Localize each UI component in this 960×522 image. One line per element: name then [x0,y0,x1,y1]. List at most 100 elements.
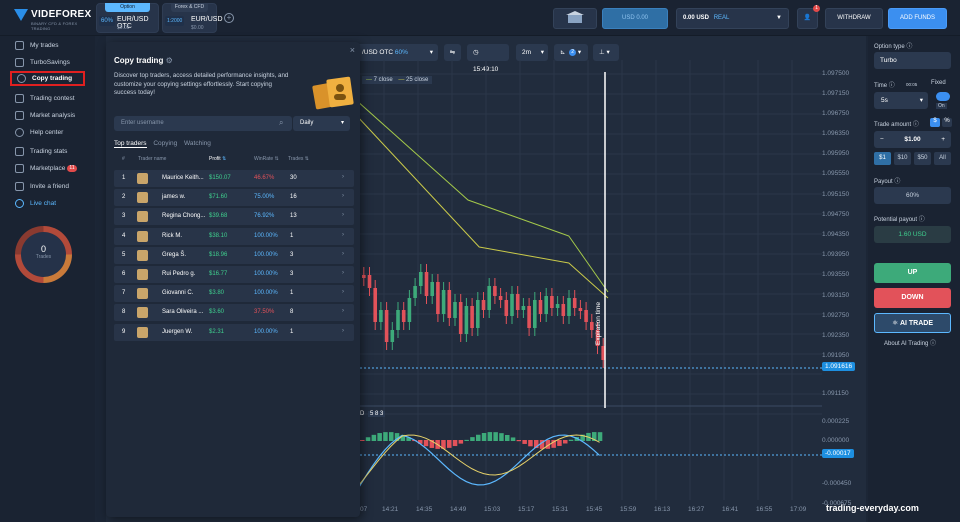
table-row[interactable]: 1 Maurice Keith... $150.07 46.67% 30 › [114,170,354,187]
asset-select[interactable]: /USD OTC 60% ▾ [356,44,438,61]
option-type-select[interactable]: Turbo [874,52,951,69]
header-profit[interactable]: Profit ⇅ [209,156,226,162]
plus-icon[interactable]: + [941,131,945,148]
avatar [137,326,148,338]
table-row[interactable]: 4 Rick M. $38.10 100.00% 1 › [114,227,354,245]
sidebar-item-market-analysis[interactable]: Market analysis [10,108,85,123]
macd-bar [423,440,429,447]
interval-select[interactable]: 2m ▾ [516,44,548,61]
sidebar-item-trading-stats[interactable]: Trading stats [10,144,85,159]
table-row[interactable]: 5 Grega Š. $18.96 100.00% 3 › [114,246,354,264]
x-tick: 07 [360,506,368,513]
close-icon[interactable]: × [350,45,355,55]
trader-profit: $2.31 [209,328,225,335]
candle-body [527,306,531,328]
trader-winrate: 100.00% [254,251,278,258]
tab-copying[interactable]: Copying [153,140,177,147]
header-num: # [122,156,125,162]
minus-icon[interactable]: − [880,131,884,148]
sidebar-item-label: Copy trading [32,75,73,82]
period-select[interactable]: Daily ▾ [293,116,350,131]
amount-input[interactable]: − $1.00 + [874,131,951,148]
notification-badge: 1 [813,5,820,12]
info-icon[interactable]: ⓘ [889,83,895,89]
table-row[interactable]: 8 Sara Oliveira ... $3.60 37.50% 8 › [114,304,354,322]
asset-tab-payout: 60% [99,16,116,26]
tab-top-traders[interactable]: Top traders [114,140,147,148]
candle-body [510,294,514,316]
candle-body [481,300,486,310]
tab-watching[interactable]: Watching [184,140,211,147]
ai-trade-button[interactable]: ⚛ AI TRADE [874,313,951,333]
sidebar-item-turbosavings[interactable]: TurboSavings [10,55,85,70]
asset-tab-forex[interactable]: Forex & CFD 1:2000 EUR/USD $0.00 [162,3,223,33]
preset-10[interactable]: $10 [894,152,911,165]
candle-body [572,298,577,308]
sidebar-item-help-center[interactable]: Help center [10,125,85,140]
withdraw-button[interactable]: WITHDRAW [825,8,883,29]
preset-50[interactable]: $50 [914,152,931,165]
trades-donut[interactable]: 0 Trades [15,226,72,283]
copy-trading-panel: × Copy trading ⚙ Discover top traders, a… [106,42,360,517]
trader-trades: 1 [290,232,294,239]
sidebar-item-marketplace[interactable]: Marketplace 11 [10,161,85,176]
info-icon[interactable]: ⓘ [906,44,912,50]
candle-body [498,296,503,300]
table-row[interactable]: 9 Juergen W. $2.31 100.00% 1 › [114,323,354,341]
trophy-icon [15,94,24,103]
candle-body [424,272,429,296]
panel-title-text: Copy trading [114,56,164,65]
header-trades[interactable]: Trades ⇅ [288,156,309,162]
sidebar-item-trading-contest[interactable]: Trading contest [10,91,85,106]
currency-mode-button[interactable]: $ [930,118,940,127]
sidebar-item-label: Live chat [30,200,57,207]
trade-amount-label: Trade amount ⓘ [874,119,919,128]
trader-trades: 3 [290,251,294,258]
header-winrate[interactable]: WinRate ⇅ [254,156,279,162]
info-icon[interactable]: ⓘ [913,122,919,128]
up-button[interactable]: UP [874,263,951,283]
preset-1[interactable]: $1 [874,152,891,165]
indicators-button[interactable]: ⊾ 2 ▾ [554,44,588,61]
chart-type-button[interactable]: ⇋ [444,44,461,61]
add-asset-icon[interactable]: + [224,13,234,23]
search-icon[interactable]: ⌕ [279,118,283,128]
table-row[interactable]: 2 james w. $71.60 75.00% 16 › [114,189,354,207]
percent-mode-button[interactable]: % [942,118,952,127]
y-tick: 1.095550 [822,170,850,177]
ma25-legend: 25 close [406,77,429,83]
sidebar-item-invite-friend[interactable]: Invite a friend [10,179,85,194]
trader-trades: 3 [290,271,294,277]
sidebar-item-label: Marketplace [30,165,66,172]
about-ai-link[interactable]: About AI Trading ⓘ [884,338,936,347]
fixed-toggle[interactable] [936,92,950,101]
trades-donut-center: 0 Trades [21,232,66,277]
settings-gear-icon[interactable]: ⚙ [166,56,173,65]
trader-name: Rui Pedro g. [162,271,196,277]
table-row[interactable]: 3 Regina Chong... $39.68 76.92% 13 › [114,208,354,226]
asset-tab-option[interactable]: Option 60% EUR/USD OTC $0.00 [96,3,159,33]
tournament-button[interactable] [553,8,597,29]
table-row[interactable]: 6 Rui Pedro g. $16.77 100.00% 3 › [114,266,354,283]
add-funds-button[interactable]: ADD FUNDS [888,8,947,29]
sidebar-item-copy-trading[interactable]: Copy trading [10,71,85,86]
username-search-input[interactable]: Enter username [114,116,292,131]
profile-button[interactable]: 👤 1 [797,5,820,29]
down-button[interactable]: DOWN [874,288,951,308]
sidebar-item-live-chat[interactable]: Live chat [10,196,85,211]
time-select[interactable]: 5s ▾ [874,92,928,109]
drawing-tools-button[interactable]: ⊥ ▾ [593,44,619,61]
avatar [137,288,148,300]
row-rank: 1 [122,175,126,181]
table-row[interactable]: 7 Giovanni C. $3.80 100.00% 1 › [114,285,354,303]
info-icon[interactable]: ⓘ [894,179,900,185]
info-icon[interactable]: ⓘ [919,217,925,223]
x-tick: 16:41 [722,506,739,513]
account-selector[interactable]: 0.00 USD REAL ▼ [676,8,789,29]
macd-tick: 0.000225 [822,418,850,425]
macd-bar [360,440,365,441]
demo-balance-button[interactable]: USD 0.00 [602,8,668,29]
preset-all[interactable]: All [934,152,951,165]
logo[interactable]: VIDEFOREX BINARY CFD & FOREX TRADING [14,8,94,31]
sidebar-item-my-trades[interactable]: My trades [10,38,85,53]
